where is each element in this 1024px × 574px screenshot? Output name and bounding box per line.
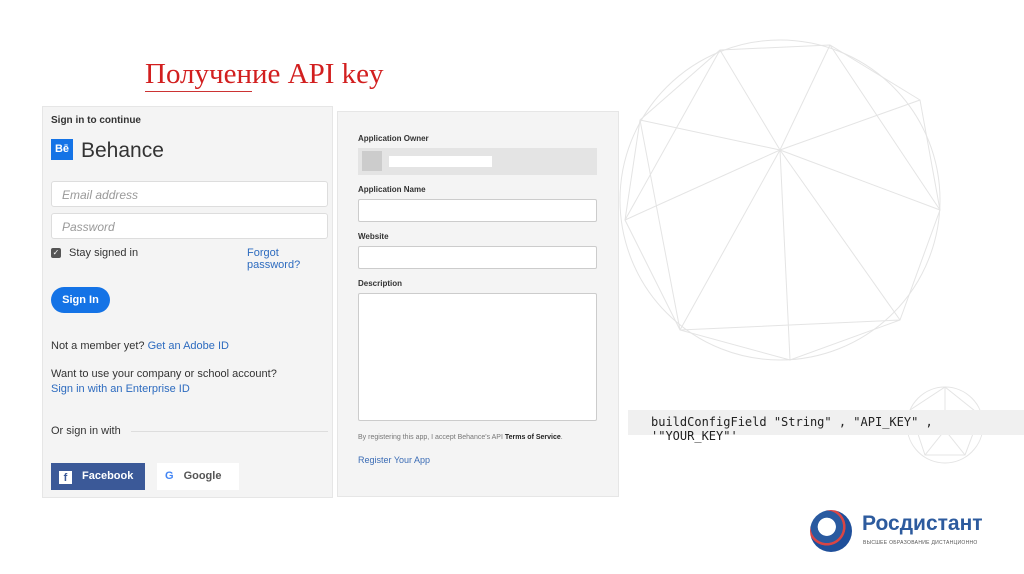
logo-tagline: ВЫСШЕЕ ОБРАЗОВАНИЕ ДИСТАНЦИОННО: [863, 540, 978, 546]
stay-signed-in-checkbox[interactable]: ✓: [51, 248, 61, 258]
slide-title: Получение API key: [145, 58, 384, 90]
google-button[interactable]: G Google: [157, 463, 239, 490]
register-app-form: Application Owner Application Name Websi…: [337, 111, 619, 497]
rosdistant-logo-icon: [810, 510, 852, 552]
logo-name: Росдистант: [862, 512, 983, 535]
owner-label: Application Owner: [358, 134, 429, 143]
geodesic-sphere-decoration: [619, 39, 984, 464]
facebook-icon: f: [59, 471, 72, 484]
signin-heading: Sign in to continue: [51, 115, 141, 126]
facebook-button[interactable]: f Facebook: [51, 463, 145, 490]
not-member-text: Not a member yet?: [51, 340, 145, 352]
website-input[interactable]: [358, 246, 597, 269]
owner-name-redacted: [389, 156, 492, 167]
google-label: Google: [183, 470, 222, 482]
sign-in-button[interactable]: Sign In: [51, 287, 110, 313]
email-input[interactable]: Email address: [51, 181, 328, 207]
owner-field: [358, 148, 597, 175]
facebook-label: Facebook: [82, 470, 134, 482]
terms-text: By registering this app, I accept Behanc…: [358, 434, 563, 441]
app-name-label: Application Name: [358, 185, 426, 194]
app-name-input[interactable]: [358, 199, 597, 222]
enterprise-id-link[interactable]: Sign in with an Enterprise ID: [51, 383, 190, 395]
divider: [131, 431, 328, 432]
description-textarea[interactable]: [358, 293, 597, 421]
register-app-link[interactable]: Register Your App: [358, 455, 430, 465]
forgot-password-link[interactable]: Forgot password?: [247, 247, 332, 271]
or-sign-in-with: Or sign in with: [51, 425, 121, 437]
title-underline: [145, 91, 252, 92]
avatar-icon: [362, 151, 382, 171]
terms-link[interactable]: Terms of Service: [505, 434, 561, 441]
password-input[interactable]: Password: [51, 213, 328, 239]
stay-signed-in-label: Stay signed in: [69, 247, 139, 259]
company-question: Want to use your company or school accou…: [51, 368, 277, 380]
get-adobe-id-link[interactable]: Get an Adobe ID: [148, 340, 229, 352]
behance-signin-panel: Sign in to continue Bē Behance Email add…: [42, 106, 333, 498]
brand-name: Behance: [81, 139, 164, 162]
google-icon: G: [165, 470, 174, 482]
description-label: Description: [358, 279, 403, 288]
behance-logo-icon: Bē: [51, 139, 73, 160]
website-label: Website: [358, 232, 389, 241]
code-snippet: buildConfigField "String" , "API_KEY" , …: [628, 410, 1024, 443]
